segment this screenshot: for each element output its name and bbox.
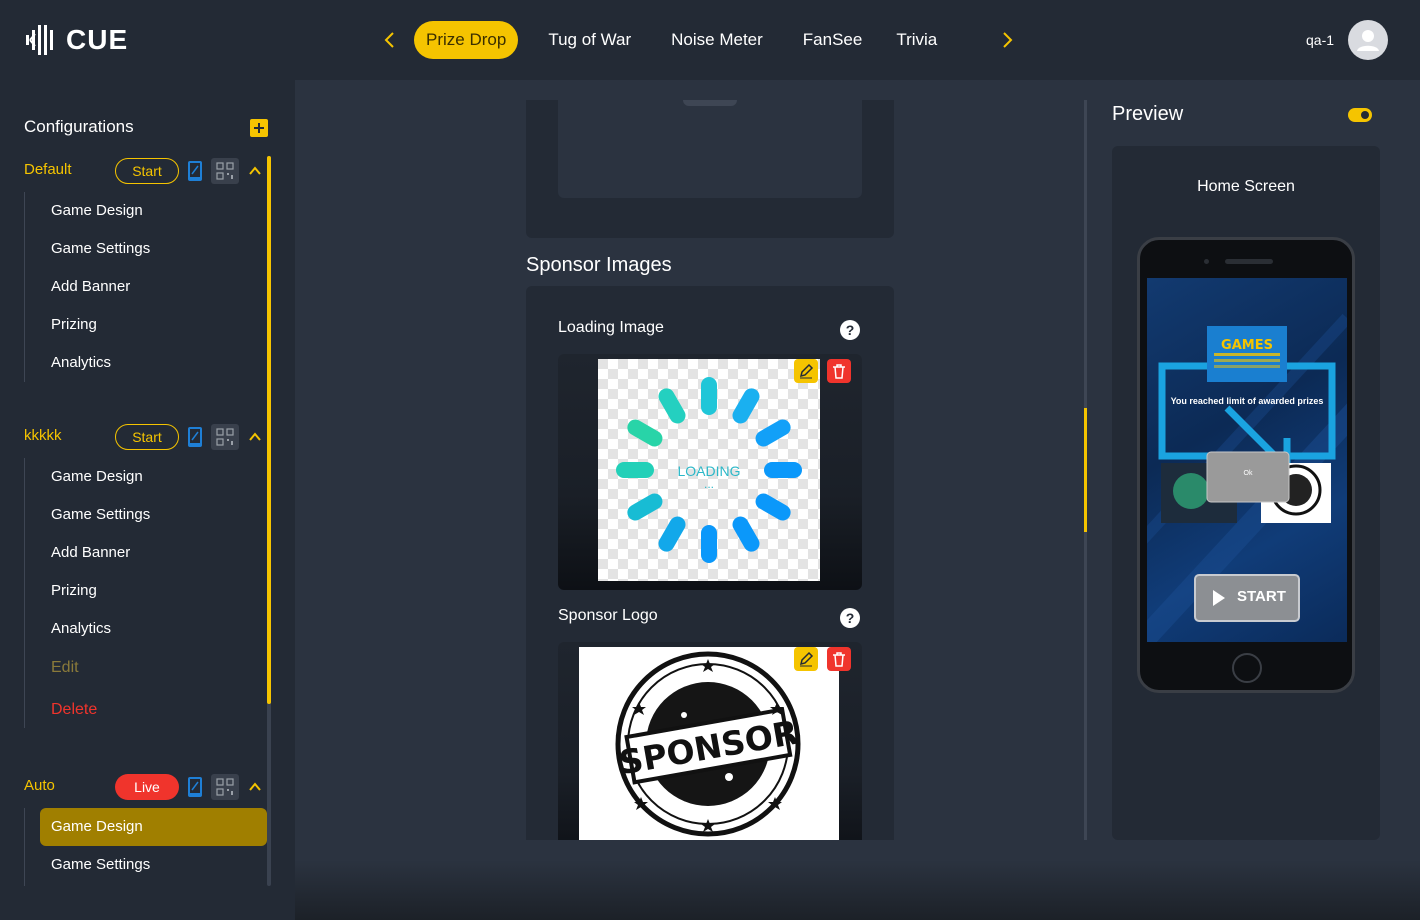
configurations-title: Configurations bbox=[24, 117, 134, 136]
menu-item-game-design[interactable]: Game Design bbox=[51, 202, 143, 219]
collapse-chevron-icon[interactable] bbox=[248, 164, 262, 178]
tab-trivia[interactable]: Trivia bbox=[884, 21, 949, 59]
tab-noise-meter[interactable]: Noise Meter bbox=[659, 21, 775, 59]
loading-image-box: LOADING ... bbox=[558, 354, 862, 590]
start-game-button[interactable]: START bbox=[1237, 588, 1286, 605]
config-name[interactable]: kkkkk bbox=[24, 427, 62, 444]
sidebar: Configurations Default Start Game Design… bbox=[0, 80, 295, 920]
menu-item-add-banner[interactable]: Add Banner bbox=[51, 278, 130, 295]
avatar[interactable] bbox=[1348, 20, 1388, 60]
collapse-chevron-icon[interactable] bbox=[248, 430, 262, 444]
upload-dropzone[interactable] bbox=[558, 100, 862, 198]
trash-icon bbox=[833, 652, 845, 667]
user-icon bbox=[1357, 30, 1379, 51]
menu-item-analytics[interactable]: Analytics bbox=[51, 620, 111, 637]
menu-item-game-design[interactable]: Game Design bbox=[51, 818, 143, 835]
ok-button[interactable]: Ok bbox=[1207, 470, 1289, 477]
plus-icon bbox=[254, 123, 264, 133]
sponsor-logo-label: Sponsor Logo bbox=[558, 607, 658, 624]
preview-screen-title: Home Screen bbox=[1197, 178, 1295, 195]
bottom-shade bbox=[295, 860, 1420, 920]
top-bar: CUE Prize Drop Tug of War Noise Meter Fa… bbox=[0, 0, 1420, 80]
loading-image-label: Loading Image bbox=[558, 319, 664, 336]
qr-code-icon[interactable] bbox=[211, 158, 239, 184]
edit-image-button[interactable] bbox=[794, 359, 818, 383]
config-group-items: Game Design Game Settings Add Banner Pri… bbox=[24, 458, 150, 728]
config-group-items: Game Design Game Settings bbox=[24, 808, 150, 886]
game-tabs: Prize Drop Tug of War Noise Meter FanSee… bbox=[414, 21, 949, 59]
tabs-prev-button[interactable] bbox=[375, 24, 403, 56]
menu-item-game-settings[interactable]: Game Settings bbox=[51, 856, 150, 873]
config-group-items: Game Design Game Settings Add Banner Pri… bbox=[24, 192, 150, 382]
phone-screen: GAMES You reached limit of awarded prize… bbox=[1147, 278, 1347, 642]
mobile-preview-icon[interactable] bbox=[187, 160, 203, 182]
config-group-header[interactable]: Auto Live bbox=[24, 774, 269, 800]
start-button[interactable]: Start bbox=[115, 158, 179, 184]
trash-icon bbox=[833, 364, 845, 379]
menu-item-game-settings[interactable]: Game Settings bbox=[51, 240, 150, 257]
config-group-header[interactable]: Default Start bbox=[24, 158, 269, 184]
phone-speaker bbox=[1225, 259, 1273, 264]
card-handle bbox=[683, 100, 737, 106]
add-configuration-button[interactable] bbox=[250, 119, 268, 137]
help-icon[interactable]: ? bbox=[840, 320, 860, 340]
user-name: qa-1 bbox=[1306, 32, 1335, 48]
sponsor-logo-box: SPONSOR bbox=[558, 642, 862, 840]
upload-card bbox=[526, 100, 894, 238]
qr-code-icon[interactable] bbox=[211, 424, 239, 450]
sponsor-images-card: Loading Image ? LOADING ... Sponsor Logo… bbox=[526, 286, 894, 840]
mobile-preview-icon[interactable] bbox=[187, 776, 203, 798]
delete-image-button[interactable] bbox=[827, 359, 851, 383]
config-name[interactable]: Auto bbox=[24, 777, 55, 794]
tabs-next-button[interactable] bbox=[994, 24, 1022, 56]
collapse-chevron-icon[interactable] bbox=[248, 780, 262, 794]
menu-item-analytics[interactable]: Analytics bbox=[51, 354, 111, 371]
help-icon[interactable]: ? bbox=[840, 608, 860, 628]
live-button[interactable]: Live bbox=[115, 774, 179, 800]
loading-dots: ... bbox=[704, 477, 714, 491]
preview-title: Preview bbox=[1112, 103, 1184, 125]
phone-camera bbox=[1204, 259, 1209, 264]
sponsor-logo-image: SPONSOR bbox=[579, 647, 839, 840]
phone-mockup: GAMES You reached limit of awarded prize… bbox=[1137, 237, 1355, 693]
mobile-preview-icon[interactable] bbox=[187, 426, 203, 448]
config-group-header[interactable]: kkkkk Start bbox=[24, 424, 269, 450]
qr-code-icon[interactable] bbox=[211, 774, 239, 800]
start-button[interactable]: Start bbox=[115, 424, 179, 450]
tab-tug-of-war[interactable]: Tug of War bbox=[536, 21, 643, 59]
cue-logo-icon bbox=[26, 25, 53, 55]
phone-home-button bbox=[1232, 653, 1262, 683]
edit-image-button[interactable] bbox=[794, 647, 818, 671]
prize-limit-message: You reached limit of awarded prizes bbox=[1170, 396, 1324, 406]
menu-item-prizing[interactable]: Prizing bbox=[51, 316, 97, 333]
pencil-icon bbox=[799, 651, 814, 667]
section-title: Sponsor Images bbox=[526, 254, 672, 276]
menu-item-prizing[interactable]: Prizing bbox=[51, 582, 97, 599]
menu-item-game-settings[interactable]: Game Settings bbox=[51, 506, 150, 523]
edit-config-button[interactable]: Edit bbox=[51, 659, 79, 677]
menu-item-add-banner[interactable]: Add Banner bbox=[51, 544, 130, 561]
loading-image: LOADING ... bbox=[598, 359, 820, 581]
tab-prize-drop[interactable]: Prize Drop bbox=[414, 21, 519, 59]
config-name[interactable]: Default bbox=[24, 161, 72, 178]
content-scroll-thumb[interactable] bbox=[1084, 408, 1087, 532]
preview-panel: Home Screen GAMES You reached limit of a… bbox=[1112, 146, 1380, 840]
toggle-knob bbox=[1361, 111, 1369, 119]
tab-fansee[interactable]: FanSee bbox=[791, 21, 875, 59]
chevron-left-icon bbox=[384, 32, 394, 48]
menu-item-game-design[interactable]: Game Design bbox=[51, 468, 143, 485]
brand-name: CUE bbox=[66, 24, 129, 55]
logo[interactable]: CUE bbox=[24, 22, 128, 58]
preview-toggle[interactable] bbox=[1348, 108, 1372, 122]
chevron-right-icon bbox=[1003, 32, 1013, 48]
pencil-icon bbox=[799, 363, 814, 379]
delete-config-button[interactable]: Delete bbox=[51, 701, 97, 719]
delete-image-button[interactable] bbox=[827, 647, 851, 671]
games-logo: GAMES bbox=[1221, 338, 1273, 353]
